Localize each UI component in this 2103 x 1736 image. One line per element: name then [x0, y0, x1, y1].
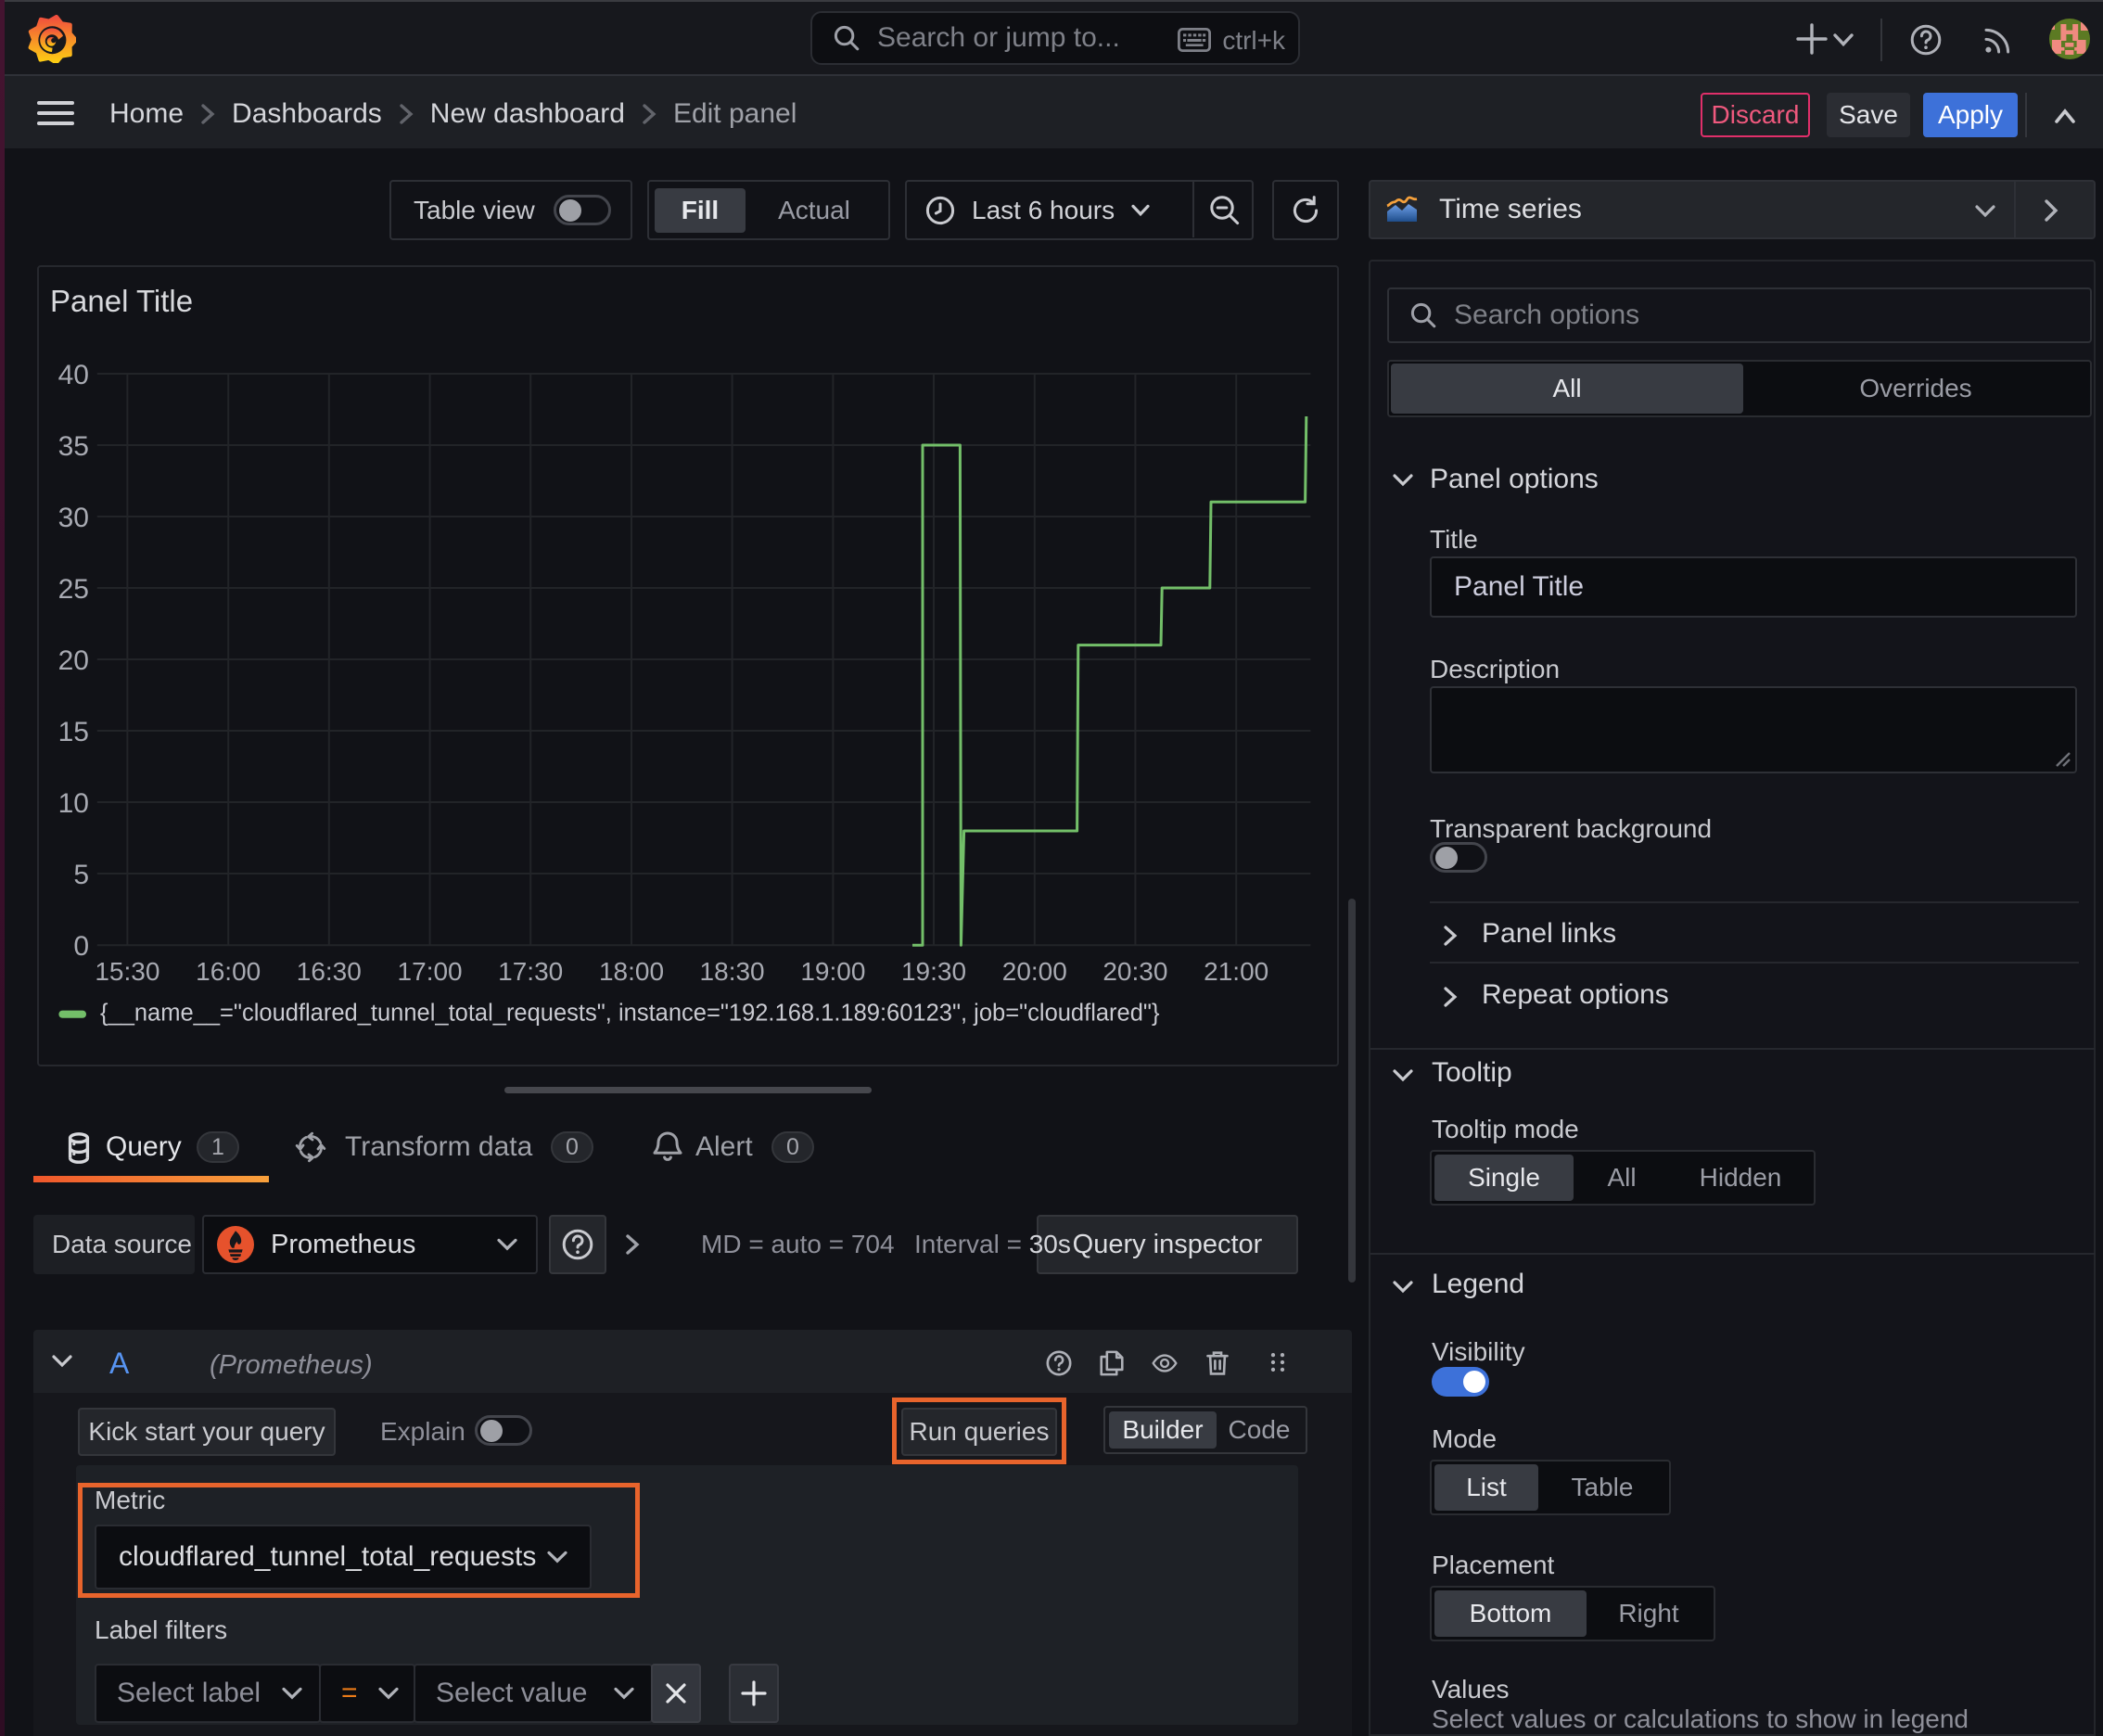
svg-text:19:00: 19:00 [800, 957, 865, 986]
svg-text:18:30: 18:30 [700, 957, 765, 986]
svg-text:19:30: 19:30 [901, 957, 966, 986]
svg-text:20:30: 20:30 [1102, 957, 1167, 986]
svg-text:25: 25 [58, 574, 89, 605]
svg-text:0: 0 [73, 931, 89, 962]
svg-text:16:30: 16:30 [297, 957, 362, 986]
svg-text:5: 5 [73, 860, 89, 890]
svg-text:15: 15 [58, 717, 89, 747]
svg-text:20: 20 [58, 645, 89, 676]
svg-text:{__name__="cloudflared_tunnel_: {__name__="cloudflared_tunnel_total_requ… [100, 1001, 1160, 1027]
svg-text:15:30: 15:30 [95, 957, 159, 986]
svg-text:35: 35 [58, 431, 89, 462]
svg-text:18:00: 18:00 [599, 957, 664, 986]
svg-text:20:00: 20:00 [1002, 957, 1067, 986]
svg-text:16:00: 16:00 [196, 957, 261, 986]
svg-text:30: 30 [58, 503, 89, 533]
svg-text:17:30: 17:30 [498, 957, 563, 986]
svg-text:40: 40 [58, 360, 89, 390]
svg-text:17:00: 17:00 [398, 957, 463, 986]
svg-text:21:00: 21:00 [1204, 957, 1268, 986]
svg-text:10: 10 [58, 788, 89, 819]
